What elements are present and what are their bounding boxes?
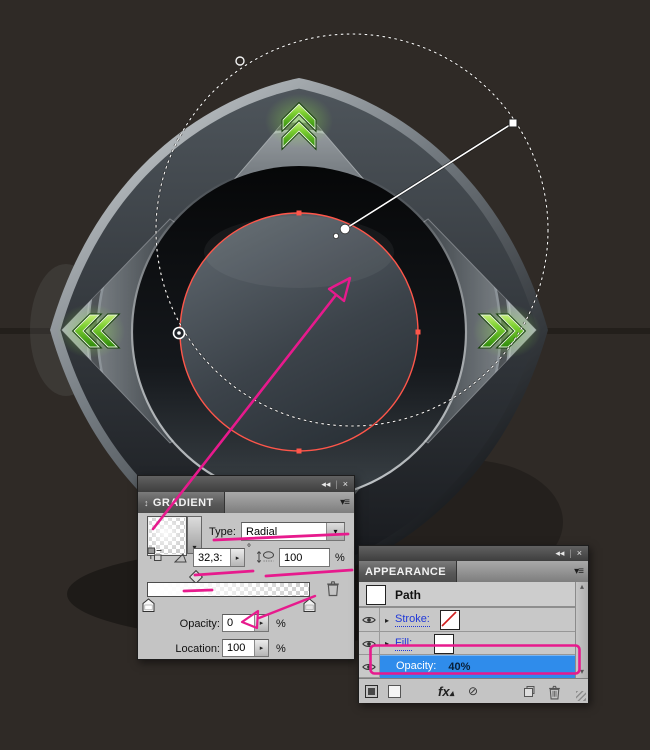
gradient-panel-body: ▾ Type: Radial ▾ 32,3: ▸ ° (137, 513, 355, 660)
appearance-panel: ◂◂ | × APPEARANCE ▾≡ Path (358, 545, 589, 703)
panel-menu-icon[interactable]: ▾≡ (574, 566, 583, 577)
percent-symbol: % (335, 552, 345, 564)
tab-appearance[interactable]: APPEARANCE (359, 561, 457, 582)
add-new-fill-icon[interactable] (388, 685, 401, 698)
gradient-stop-left[interactable] (142, 598, 155, 613)
stop-location-field[interactable]: 100 ▸ (222, 639, 269, 657)
gradient-stop-right[interactable] (303, 598, 316, 613)
angle-stepper-icon[interactable]: ▸ (230, 549, 244, 566)
opacity-selected-row[interactable]: Opacity: 40% (380, 655, 575, 678)
fill-link[interactable]: Fill: (395, 637, 412, 651)
tab-gradient[interactable]: ↕ GRADIENT (138, 492, 225, 513)
aspect-ratio-icon (256, 550, 276, 564)
center-circle-sheen (204, 216, 394, 288)
appearance-list: Path ▸ Stroke: (359, 582, 588, 678)
eye-icon (362, 662, 376, 672)
percent-symbol: % (276, 618, 286, 630)
stop-location-label: Location: (160, 643, 220, 655)
spread-top-handle[interactable] (236, 57, 244, 65)
tab-toggle-icon: ↕ (144, 498, 149, 508)
delete-stop-trash-icon[interactable] (326, 580, 340, 597)
opacity-visibility-toggle[interactable] (359, 655, 380, 678)
stroke-link[interactable]: Stroke: (395, 613, 430, 627)
eye-icon (362, 639, 376, 649)
gradient-panel-title: GRADIENT (153, 497, 214, 509)
gradient-panel-tabs: ↕ GRADIENT ▾≡ (137, 492, 355, 513)
appearance-scrollbar[interactable]: ▴ ▾ (575, 582, 588, 678)
scroll-up-icon[interactable]: ▴ (576, 582, 588, 591)
clear-appearance-icon[interactable]: ⊘ (468, 685, 478, 697)
opacity-stepper-icon[interactable]: ▸ (254, 615, 268, 631)
aspect-ratio-value: 100 (280, 552, 329, 564)
stroke-expander-icon[interactable]: ▸ (385, 616, 389, 625)
close-panel-icon[interactable]: × (577, 549, 582, 558)
titlebar-divider: | (335, 480, 337, 489)
right-shadow-seam (544, 328, 650, 334)
type-dropdown-icon[interactable]: ▾ (326, 523, 344, 540)
add-new-effect-icon[interactable]: fx▴ (438, 685, 454, 698)
reverse-gradient-icon[interactable] (147, 547, 164, 562)
aspect-ratio-field[interactable]: 100 (279, 548, 330, 567)
appearance-panel-titlebar: ◂◂ | × (358, 545, 589, 561)
gradient-end-handle[interactable] (509, 119, 517, 127)
appearance-row-stroke[interactable]: ▸ Stroke: (359, 608, 588, 632)
illustrator-canvas: ◂◂ | × ↕ GRADIENT ▾≡ ▾ Type: Radial ▾ (0, 0, 650, 750)
gradient-panel: ◂◂ | × ↕ GRADIENT ▾≡ ▾ Type: Radial ▾ (137, 475, 355, 660)
gradient-panel-titlebar: ◂◂ | × (137, 475, 355, 492)
fill-swatch-transparent[interactable] (434, 634, 454, 654)
stop-location-value: 100 (223, 642, 254, 654)
delete-item-trash-icon[interactable] (548, 685, 561, 700)
collapse-panel-icon[interactable]: ◂◂ (555, 549, 564, 558)
gradient-focal-dot (177, 331, 181, 335)
appearance-panel-tabs: APPEARANCE ▾≡ (358, 561, 589, 582)
fx-label: fx (438, 684, 450, 699)
fill-expander-icon[interactable]: ▸ (385, 639, 389, 648)
stroke-swatch-none[interactable] (440, 610, 460, 630)
opacity-value: 40% (448, 661, 470, 673)
gradient-origin-dot[interactable] (333, 233, 338, 238)
no-stroke-icon (441, 611, 457, 627)
close-panel-icon[interactable]: × (343, 480, 348, 489)
appearance-row-path[interactable]: Path (359, 582, 588, 608)
panel-menu-icon[interactable]: ▾≡ (340, 497, 349, 508)
path-thumbnail (366, 585, 386, 605)
gradient-origin-handle[interactable] (340, 224, 350, 234)
duplicate-item-icon[interactable] (523, 685, 536, 698)
add-new-stroke-icon[interactable] (365, 685, 378, 698)
angle-field[interactable]: 32,3: ▸ (193, 548, 245, 567)
type-select[interactable]: Radial ▾ (241, 522, 345, 541)
stop-opacity-field[interactable]: 0 ▸ (222, 614, 269, 632)
gradient-slider[interactable] (147, 582, 310, 597)
tab-strip: ▾≡ (225, 492, 354, 513)
degree-symbol: ° (247, 543, 251, 554)
panel-resize-grip[interactable] (576, 691, 586, 701)
type-value: Radial (242, 526, 326, 538)
location-stepper-icon[interactable]: ▸ (254, 640, 268, 656)
appearance-row-opacity[interactable]: Opacity: 40% (359, 655, 588, 678)
appearance-panel-body: Path ▸ Stroke: (358, 582, 589, 703)
collapse-panel-icon[interactable]: ◂◂ (321, 480, 330, 489)
tab-strip: ▾≡ (457, 561, 588, 582)
eye-icon (362, 615, 376, 625)
scroll-down-icon[interactable]: ▾ (576, 667, 588, 676)
stroke-visibility-toggle[interactable] (359, 608, 380, 632)
appearance-row-fill[interactable]: ▸ Fill: (359, 632, 588, 655)
stop-opacity-value: 0 (223, 617, 254, 629)
fill-visibility-toggle[interactable] (359, 632, 380, 655)
opacity-link[interactable]: Opacity: (396, 660, 436, 674)
angle-value: 32,3: (194, 552, 230, 564)
titlebar-divider: | (569, 549, 571, 558)
angle-icon (174, 553, 187, 563)
path-item-label: Path (395, 588, 421, 602)
percent-symbol: % (276, 643, 286, 655)
appearance-panel-title: APPEARANCE (365, 566, 446, 578)
appearance-toolbar: fx▴ ⊘ (359, 678, 588, 703)
stop-opacity-label: Opacity: (168, 618, 220, 630)
type-label: Type: (209, 526, 236, 538)
